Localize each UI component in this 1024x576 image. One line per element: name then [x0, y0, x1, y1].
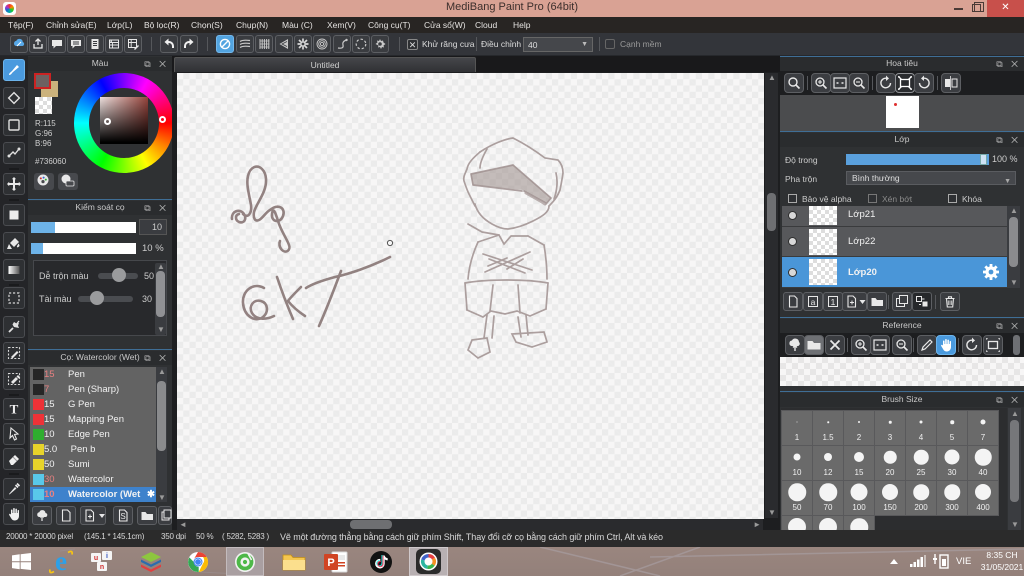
svg-text:S: S — [120, 512, 125, 521]
svg-text:u: u — [94, 555, 98, 562]
svg-text:i: i — [106, 553, 108, 560]
svg-text:n: n — [100, 564, 104, 571]
svg-text:a: a — [811, 297, 816, 307]
svg-text:P: P — [327, 557, 334, 569]
svg-text:T: T — [10, 402, 19, 417]
svg-text:1: 1 — [831, 297, 836, 307]
